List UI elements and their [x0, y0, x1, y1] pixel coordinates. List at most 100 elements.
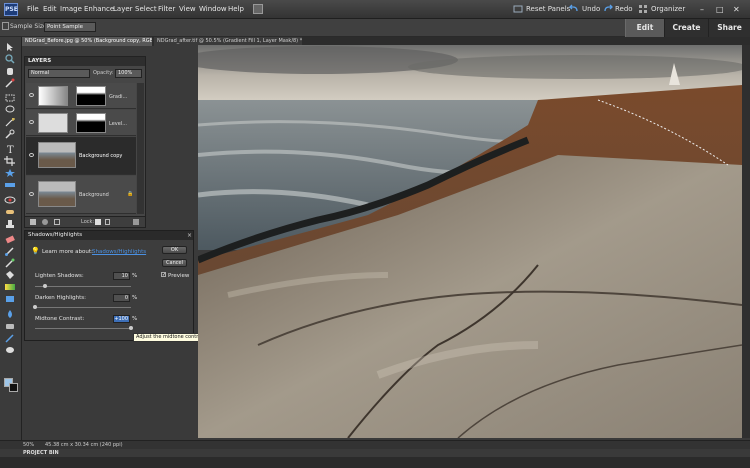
quick-selection-tool-icon[interactable] — [4, 129, 16, 139]
paint-bucket-tool-icon[interactable] — [4, 270, 16, 280]
menu-file[interactable]: File — [27, 5, 39, 13]
eraser-tool-icon[interactable] — [4, 234, 16, 244]
percent-label: % — [132, 295, 138, 301]
menu-layer[interactable]: Layer — [113, 5, 133, 13]
new-layer-icon[interactable] — [30, 219, 36, 225]
zoom-level[interactable]: 50% — [23, 442, 34, 448]
project-bin: PROJECT BIN — [0, 449, 750, 468]
trash-icon[interactable] — [133, 219, 139, 225]
move-tool-icon[interactable] — [4, 42, 16, 52]
cancel-button[interactable]: Cancel — [162, 259, 187, 267]
learn-more-link[interactable]: Shadows/Highlights — [92, 249, 146, 255]
layers-panel: LAYERS Normal Opacity: 100% Gradi... Lev… — [24, 56, 146, 228]
reset-panels-icon[interactable] — [513, 4, 523, 14]
darken-highlights-slider-thumb[interactable] — [33, 305, 37, 309]
darken-highlights-field[interactable]: 0 — [113, 294, 130, 302]
layer-row[interactable]: Background 🔒 — [26, 176, 136, 214]
cookie-cutter-tool-icon[interactable] — [4, 168, 16, 178]
ok-button[interactable]: OK — [162, 246, 187, 254]
tab-share[interactable]: Share — [709, 19, 750, 37]
menu-help[interactable]: Help — [228, 5, 244, 13]
organizer-button[interactable]: Organizer — [651, 5, 685, 13]
eye-icon[interactable] — [29, 192, 34, 196]
lighten-shadows-slider-thumb[interactable] — [42, 284, 47, 288]
red-eye-tool-icon[interactable] — [4, 195, 16, 205]
layer-name: Gradi... — [109, 94, 128, 100]
sample-size-select[interactable]: Point Sample — [44, 22, 96, 32]
menu-enhance[interactable]: Enhance — [84, 5, 114, 13]
layer-name: Background copy — [79, 153, 123, 159]
lighten-shadows-slider[interactable] — [35, 286, 131, 287]
organizer-icon[interactable] — [638, 4, 648, 14]
close-icon[interactable]: ✕ — [733, 5, 740, 14]
clone-stamp-tool-icon[interactable] — [4, 219, 16, 229]
darken-highlights-slider[interactable] — [35, 307, 131, 308]
tab-create[interactable]: Create — [665, 19, 709, 37]
midtone-contrast-slider-thumb[interactable] — [129, 326, 133, 330]
lock-all-icon[interactable] — [105, 219, 110, 225]
undo-button[interactable]: Undo — [582, 5, 600, 13]
menu-window[interactable]: Window — [199, 5, 227, 13]
tab-edit[interactable]: Edit — [625, 19, 665, 37]
marquee-tool-icon[interactable] — [4, 93, 16, 103]
crop-tool-icon[interactable] — [4, 156, 16, 166]
layer-row[interactable]: Background copy — [26, 137, 136, 175]
percent-label: % — [132, 273, 138, 279]
spot-healing-tool-icon[interactable] — [4, 207, 16, 217]
midtone-contrast-slider[interactable] — [35, 328, 131, 329]
document-canvas[interactable] — [198, 45, 742, 438]
menu-filter[interactable]: Filter — [158, 5, 175, 13]
menu-select[interactable]: Select — [135, 5, 157, 13]
redo-button[interactable]: Redo — [615, 5, 633, 13]
layer-row[interactable]: Level... — [26, 110, 136, 136]
blur-tool-icon[interactable] — [4, 309, 16, 319]
zoom-tool-icon[interactable] — [4, 54, 16, 64]
maximize-icon[interactable]: □ — [716, 5, 724, 14]
background-color-swatch[interactable] — [9, 383, 18, 392]
sponge-tool-icon[interactable] — [4, 321, 16, 331]
midtone-contrast-field[interactable]: +100 — [113, 315, 130, 323]
redo-icon[interactable] — [603, 4, 613, 14]
opacity-field[interactable]: 100% — [115, 69, 142, 78]
undo-icon[interactable] — [569, 4, 579, 14]
preview-checkbox[interactable]: ✓ — [161, 272, 166, 278]
menu-view[interactable]: View — [179, 5, 196, 13]
lock-transparency-icon[interactable] — [95, 219, 101, 225]
layer-thumbnail — [38, 86, 68, 106]
minimize-icon[interactable]: – — [700, 5, 704, 14]
menu-edit[interactable]: Edit — [43, 5, 57, 13]
eyedropper-tool-icon[interactable] — [4, 78, 16, 88]
eye-icon[interactable] — [29, 120, 34, 124]
shape-tool-icon[interactable] — [4, 294, 16, 304]
layer-mask-thumbnail — [76, 86, 106, 106]
menu-image[interactable]: Image — [60, 5, 82, 13]
lock-icon: 🔒 — [127, 191, 134, 197]
lightbulb-icon: 💡 — [31, 247, 40, 255]
lighten-shadows-field[interactable]: 10 — [113, 272, 130, 280]
magic-wand-tool-icon[interactable] — [4, 117, 16, 127]
layout-icon[interactable] — [253, 4, 263, 14]
eye-icon[interactable] — [29, 153, 34, 157]
lasso-tool-icon[interactable] — [4, 105, 16, 115]
project-bin-label[interactable]: PROJECT BIN — [0, 449, 750, 457]
blend-mode-select[interactable]: Normal — [28, 69, 90, 78]
brush-tool-icon[interactable] — [4, 246, 16, 256]
sample-size-label: Sample Size: — [10, 23, 49, 30]
pencil-tool-icon[interactable] — [4, 333, 16, 343]
layer-row[interactable]: Gradi... — [26, 83, 136, 109]
document-tab-before[interactable]: NDGrad_Before.jpg @ 50% (Background copy… — [22, 37, 152, 46]
straighten-tool-icon[interactable] — [4, 180, 16, 190]
mask-icon[interactable] — [54, 219, 60, 225]
eye-icon[interactable] — [29, 93, 34, 97]
gradient-tool-icon[interactable] — [4, 282, 16, 292]
hand-tool-icon[interactable] — [4, 66, 16, 76]
vertical-scrollbar[interactable] — [742, 45, 750, 438]
reset-panels-button[interactable]: Reset Panels — [526, 5, 570, 13]
adjustment-layer-icon[interactable] — [42, 219, 48, 225]
dialog-close-icon[interactable]: × — [187, 232, 192, 239]
layers-scrollbar[interactable] — [137, 83, 144, 214]
dodge-tool-icon[interactable] — [4, 345, 16, 355]
smart-brush-tool-icon[interactable] — [4, 258, 16, 268]
type-tool-icon[interactable]: T — [4, 144, 16, 154]
layer-name: Background — [79, 192, 109, 198]
